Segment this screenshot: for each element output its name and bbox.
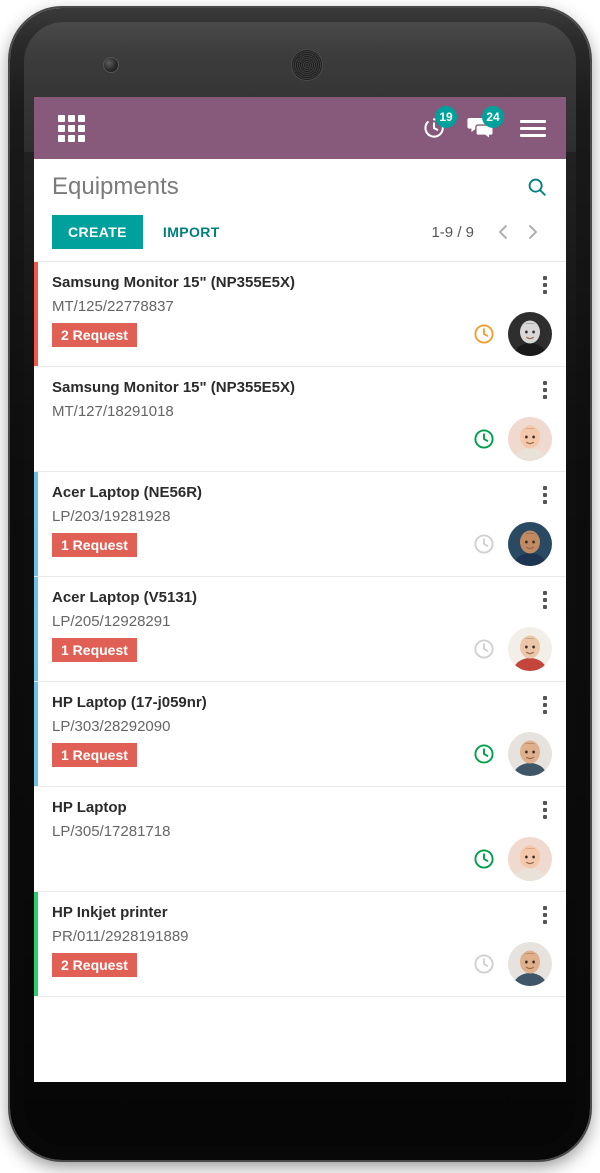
- equipment-reference: LP/303/28292090: [52, 718, 171, 735]
- row-content: HP Laptop (17-j059nr) LP/303/28292090 1 Re…: [52, 694, 472, 767]
- avatar[interactable]: [508, 522, 552, 566]
- list-empty-filler: [34, 997, 566, 1082]
- avatar[interactable]: [508, 942, 552, 986]
- import-button[interactable]: IMPORT: [149, 215, 234, 249]
- kebab-menu-icon[interactable]: [536, 696, 554, 714]
- row-content: Samsung Monitor 15" (NP355E5X) MT/127/182…: [52, 379, 472, 428]
- activity-button[interactable]: 19: [421, 106, 457, 141]
- kebab-menu-icon[interactable]: [536, 381, 554, 399]
- pager-label: 1-9 / 9: [431, 223, 474, 241]
- request-count-badge[interactable]: 1 Request: [52, 743, 137, 767]
- request-count-badge[interactable]: 1 Request: [52, 533, 137, 557]
- equipment-name: HP Inkjet printer: [52, 904, 168, 921]
- equipment-reference: LP/203/19281928: [52, 508, 171, 525]
- clock-icon: [472, 322, 496, 346]
- front-camera-icon: [104, 58, 118, 72]
- search-icon[interactable]: [526, 176, 548, 198]
- row-content: Acer Laptop (V5131) LP/205/12928291 1 Requ…: [52, 589, 472, 662]
- row-content: Samsung Monitor 15" (NP355E5X) MT/125/227…: [52, 274, 472, 347]
- hamburger-menu-icon[interactable]: [520, 116, 546, 141]
- apps-grid-icon[interactable]: [58, 114, 85, 142]
- page-title: Equipments: [52, 173, 179, 200]
- request-count-badge[interactable]: 2 Request: [52, 953, 137, 977]
- clock-icon: [472, 847, 496, 871]
- row-content: HP Inkjet printer PR/011/2928191889 2 Requ…: [52, 904, 472, 977]
- pager-previous-button[interactable]: [488, 222, 518, 242]
- equipment-name: HP Laptop (17-j059nr): [52, 694, 207, 711]
- clock-icon: [472, 742, 496, 766]
- clock-icon: [472, 637, 496, 661]
- row-status-accent-bar: [34, 262, 38, 366]
- avatar[interactable]: [508, 732, 552, 776]
- pager: 1-9 / 9: [431, 222, 548, 242]
- clock-icon: [472, 952, 496, 976]
- equipment-row[interactable]: Samsung Monitor 15" (NP355E5X) MT/125/227…: [34, 262, 566, 367]
- equipment-list: Samsung Monitor 15" (NP355E5X) MT/125/227…: [34, 262, 566, 997]
- control-panel-bottom-row: CREATE IMPORT 1-9 / 9: [52, 215, 548, 249]
- equipment-name: Acer Laptop (V5131): [52, 589, 198, 606]
- phone-screen: 19 24 Equipments CREATE IMPORT 1-9 / 9 S…: [34, 97, 566, 1082]
- row-status-accent-bar: [34, 367, 38, 471]
- clock-icon: [472, 532, 496, 556]
- row-content: Acer Laptop (NE56R) LP/203/19281928 1 Requ…: [52, 484, 472, 557]
- equipment-reference: LP/305/17281718: [52, 823, 171, 840]
- equipment-name: Samsung Monitor 15" (NP355E5X): [52, 274, 296, 291]
- row-status-accent-bar: [34, 472, 38, 576]
- equipment-reference: LP/205/12928291: [52, 613, 171, 630]
- equipment-row[interactable]: HP Laptop (17-j059nr) LP/303/28292090 1 Re…: [34, 682, 566, 787]
- clock-icon: [472, 427, 496, 451]
- row-status-accent-bar: [34, 682, 38, 786]
- avatar[interactable]: [508, 837, 552, 881]
- kebab-menu-icon[interactable]: [536, 486, 554, 504]
- avatar[interactable]: [508, 312, 552, 356]
- equipment-reference: MT/125/22778837: [52, 298, 174, 315]
- row-status-accent-bar: [34, 787, 38, 891]
- equipment-row[interactable]: HP Laptop LP/305/17281718: [34, 787, 566, 892]
- kebab-menu-icon[interactable]: [536, 276, 554, 294]
- equipment-row[interactable]: Acer Laptop (NE56R) LP/203/19281928 1 Requ…: [34, 472, 566, 577]
- row-status-accent-bar: [34, 892, 38, 996]
- control-panel-buttons: CREATE IMPORT: [52, 215, 234, 249]
- equipment-row[interactable]: HP Inkjet printer PR/011/2928191889 2 Requ…: [34, 892, 566, 997]
- control-panel-top-row: Equipments: [52, 173, 548, 201]
- equipment-name: HP Laptop: [52, 799, 127, 816]
- kebab-menu-icon[interactable]: [536, 906, 554, 924]
- equipment-row[interactable]: Samsung Monitor 15" (NP355E5X) MT/127/182…: [34, 367, 566, 472]
- request-count-badge[interactable]: 1 Request: [52, 638, 137, 662]
- equipment-name: Acer Laptop (NE56R): [52, 484, 203, 501]
- create-button[interactable]: CREATE: [52, 215, 143, 249]
- messages-badge: 24: [482, 106, 504, 128]
- earpiece-speaker-icon: [292, 50, 322, 80]
- control-panel: Equipments CREATE IMPORT 1-9 / 9: [34, 159, 566, 262]
- equipment-reference: PR/011/2928191889: [52, 928, 189, 945]
- activity-badge: 19: [435, 106, 457, 128]
- equipment-name: Samsung Monitor 15" (NP355E5X): [52, 379, 296, 396]
- request-count-badge[interactable]: 2 Request: [52, 323, 137, 347]
- row-content: HP Laptop LP/305/17281718: [52, 799, 472, 848]
- avatar[interactable]: [508, 417, 552, 461]
- equipment-reference: MT/127/18291018: [52, 403, 174, 420]
- kebab-menu-icon[interactable]: [536, 591, 554, 609]
- messages-button[interactable]: 24: [467, 106, 504, 141]
- row-status-accent-bar: [34, 577, 38, 681]
- equipment-row[interactable]: Acer Laptop (V5131) LP/205/12928291 1 Requ…: [34, 577, 566, 682]
- pager-next-button[interactable]: [518, 222, 548, 242]
- avatar[interactable]: [508, 627, 552, 671]
- kebab-menu-icon[interactable]: [536, 801, 554, 819]
- app-bar: 19 24: [34, 97, 566, 159]
